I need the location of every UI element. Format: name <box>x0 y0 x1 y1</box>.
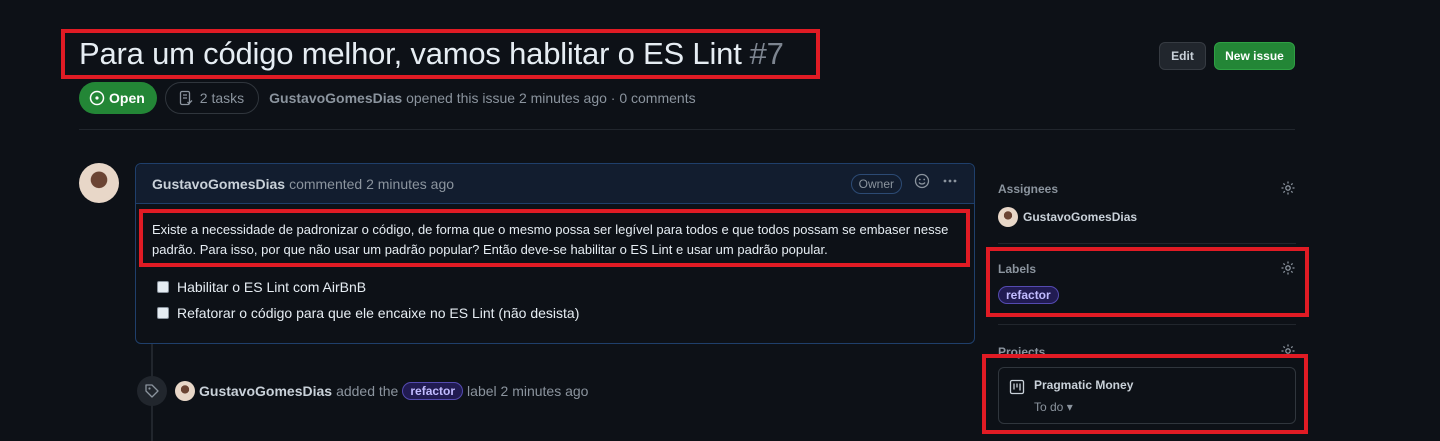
label-refactor[interactable]: refactor <box>402 382 464 400</box>
header-divider <box>79 129 1295 130</box>
task-checkbox[interactable] <box>157 281 169 293</box>
sidebar-divider <box>998 324 1296 325</box>
project-info: Pragmatic Money To do ▾ <box>1034 378 1133 414</box>
avatar[interactable] <box>79 163 119 203</box>
project-name[interactable]: Pragmatic Money <box>1034 378 1133 392</box>
task-item[interactable]: Refatorar o código para que ele encaixe … <box>152 300 958 326</box>
timeline-event: GustavoGomesDias added the refactor labe… <box>137 376 588 406</box>
task-label: Refatorar o código para que ele encaixe … <box>177 305 580 321</box>
smiley-icon[interactable] <box>914 173 930 194</box>
event-pre-text: added the <box>336 383 399 399</box>
labels-list: refactor <box>998 286 1296 304</box>
labels-title[interactable]: Labels <box>998 262 1296 276</box>
assignee-item[interactable]: GustavoGomesDias <box>998 207 1296 227</box>
avatar[interactable] <box>175 381 195 401</box>
comment-body: Existe a necessidade de padronizar o cód… <box>136 204 974 326</box>
sidebar-divider <box>998 243 1296 244</box>
kebab-menu-icon[interactable] <box>942 173 958 194</box>
issue-open-icon <box>89 90 105 106</box>
tasks-count: 2 tasks <box>199 90 245 106</box>
tag-icon <box>137 376 167 406</box>
issue-number: #7 <box>749 36 784 71</box>
new-issue-button[interactable]: New issue <box>1214 42 1295 70</box>
issue-meta: Open 2 tasks GustavoGomesDias opened thi… <box>79 82 696 114</box>
owner-badge: Owner <box>850 173 902 194</box>
task-label: Habilitar o ES Lint com AirBnB <box>177 279 367 295</box>
edit-button[interactable]: Edit <box>1159 42 1206 70</box>
task-list: Habilitar o ES Lint com AirBnB Refatorar… <box>152 274 958 326</box>
event-actor[interactable]: GustavoGomesDias <box>199 383 332 399</box>
tasks-badge[interactable]: 2 tasks <box>164 82 260 114</box>
comment-author[interactable]: GustavoGomesDias <box>152 176 285 192</box>
status-label: Open <box>109 90 145 106</box>
checklist-icon <box>179 90 193 106</box>
comment-text: Existe a necessidade de padronizar o cód… <box>152 222 949 257</box>
opened-info: GustavoGomesDias opened this issue 2 min… <box>269 90 695 106</box>
task-item[interactable]: Habilitar o ES Lint com AirBnB <box>152 274 958 300</box>
comment-box: GustavoGomesDias commented 2 minutes ago… <box>135 163 975 344</box>
gear-icon[interactable] <box>1280 260 1296 281</box>
projects-section: Projects Pragmatic Money To do ▾ <box>998 343 1296 424</box>
label-refactor[interactable]: refactor <box>998 286 1059 304</box>
avatar <box>998 207 1018 227</box>
assignee-name: GustavoGomesDias <box>1023 210 1138 224</box>
labels-section: Labels refactor <box>998 260 1296 304</box>
project-status-dropdown[interactable]: To do ▾ <box>1034 400 1133 414</box>
gear-icon[interactable] <box>1280 180 1296 201</box>
assignees-section: Assignees GustavoGomesDias <box>998 180 1296 227</box>
gear-icon[interactable] <box>1280 343 1296 364</box>
task-checkbox[interactable] <box>157 307 169 319</box>
opened-text: opened this issue 2 minutes ago · 0 comm… <box>406 90 696 106</box>
issue-title: Para um código melhor, vamos hablitar o … <box>79 36 784 71</box>
projects-title[interactable]: Projects <box>998 345 1296 359</box>
comment-header: GustavoGomesDias commented 2 minutes ago… <box>136 164 974 204</box>
project-board-icon <box>1009 379 1025 413</box>
assignees-title[interactable]: Assignees <box>998 182 1296 196</box>
status-badge: Open <box>79 82 157 114</box>
event-post-text: label 2 minutes ago <box>467 383 589 399</box>
project-card[interactable]: Pragmatic Money To do ▾ <box>998 367 1296 424</box>
issue-title-row: Para um código melhor, vamos hablitar o … <box>79 36 784 72</box>
comment-time: commented 2 minutes ago <box>289 175 455 192</box>
issue-author-link[interactable]: GustavoGomesDias <box>269 90 402 106</box>
